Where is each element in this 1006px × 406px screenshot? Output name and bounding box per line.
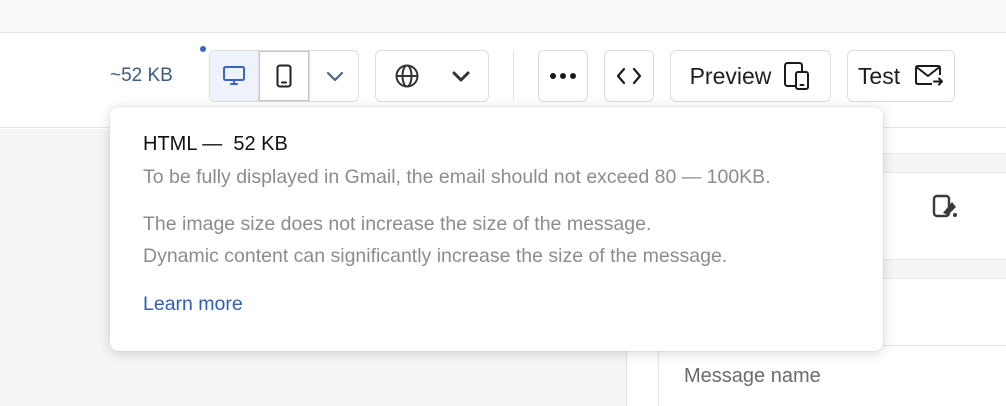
image-size-note: The image size does not increase the siz…: [143, 213, 652, 235]
mobile-icon: [276, 64, 292, 88]
mobile-view-button[interactable]: [259, 51, 310, 101]
mail-send-icon: [915, 65, 944, 86]
devices-icon: [784, 62, 810, 90]
indicator-dot: [200, 46, 206, 52]
test-send-button[interactable]: Test: [847, 50, 955, 102]
more-options-button[interactable]: [538, 50, 588, 102]
preview-button[interactable]: Preview: [670, 50, 831, 102]
message-size-tooltip: HTML — 52 KB To be fully displayed in Gm…: [110, 107, 883, 351]
top-strip: [0, 0, 1006, 33]
language-selector[interactable]: [375, 50, 489, 102]
chevron-down-icon: [452, 71, 470, 82]
toolbar-divider: [513, 52, 514, 100]
view-mode-switcher: [209, 50, 359, 102]
more-horizontal-icon: [550, 73, 576, 79]
code-view-button[interactable]: [604, 50, 654, 102]
desktop-icon: [223, 66, 245, 85]
message-size-indicator[interactable]: ~52 KB: [110, 65, 173, 87]
gmail-limit-note: To be fully displayed in Gmail, the emai…: [143, 166, 771, 188]
test-label: Test: [857, 62, 901, 89]
desktop-view-button[interactable]: [210, 51, 259, 101]
message-name-placeholder: Message name: [684, 365, 821, 387]
code-icon: [616, 67, 642, 85]
chevron-down-icon: [326, 71, 343, 82]
learn-more-link[interactable]: Learn more: [143, 293, 243, 316]
paint-bucket-icon[interactable]: [930, 191, 960, 221]
tooltip-title: HTML — 52 KB: [143, 133, 288, 155]
dynamic-content-note: Dynamic content can significantly increa…: [143, 245, 728, 267]
view-mode-dropdown[interactable]: [310, 51, 359, 101]
preview-label: Preview: [689, 62, 772, 89]
globe-icon: [395, 64, 419, 88]
